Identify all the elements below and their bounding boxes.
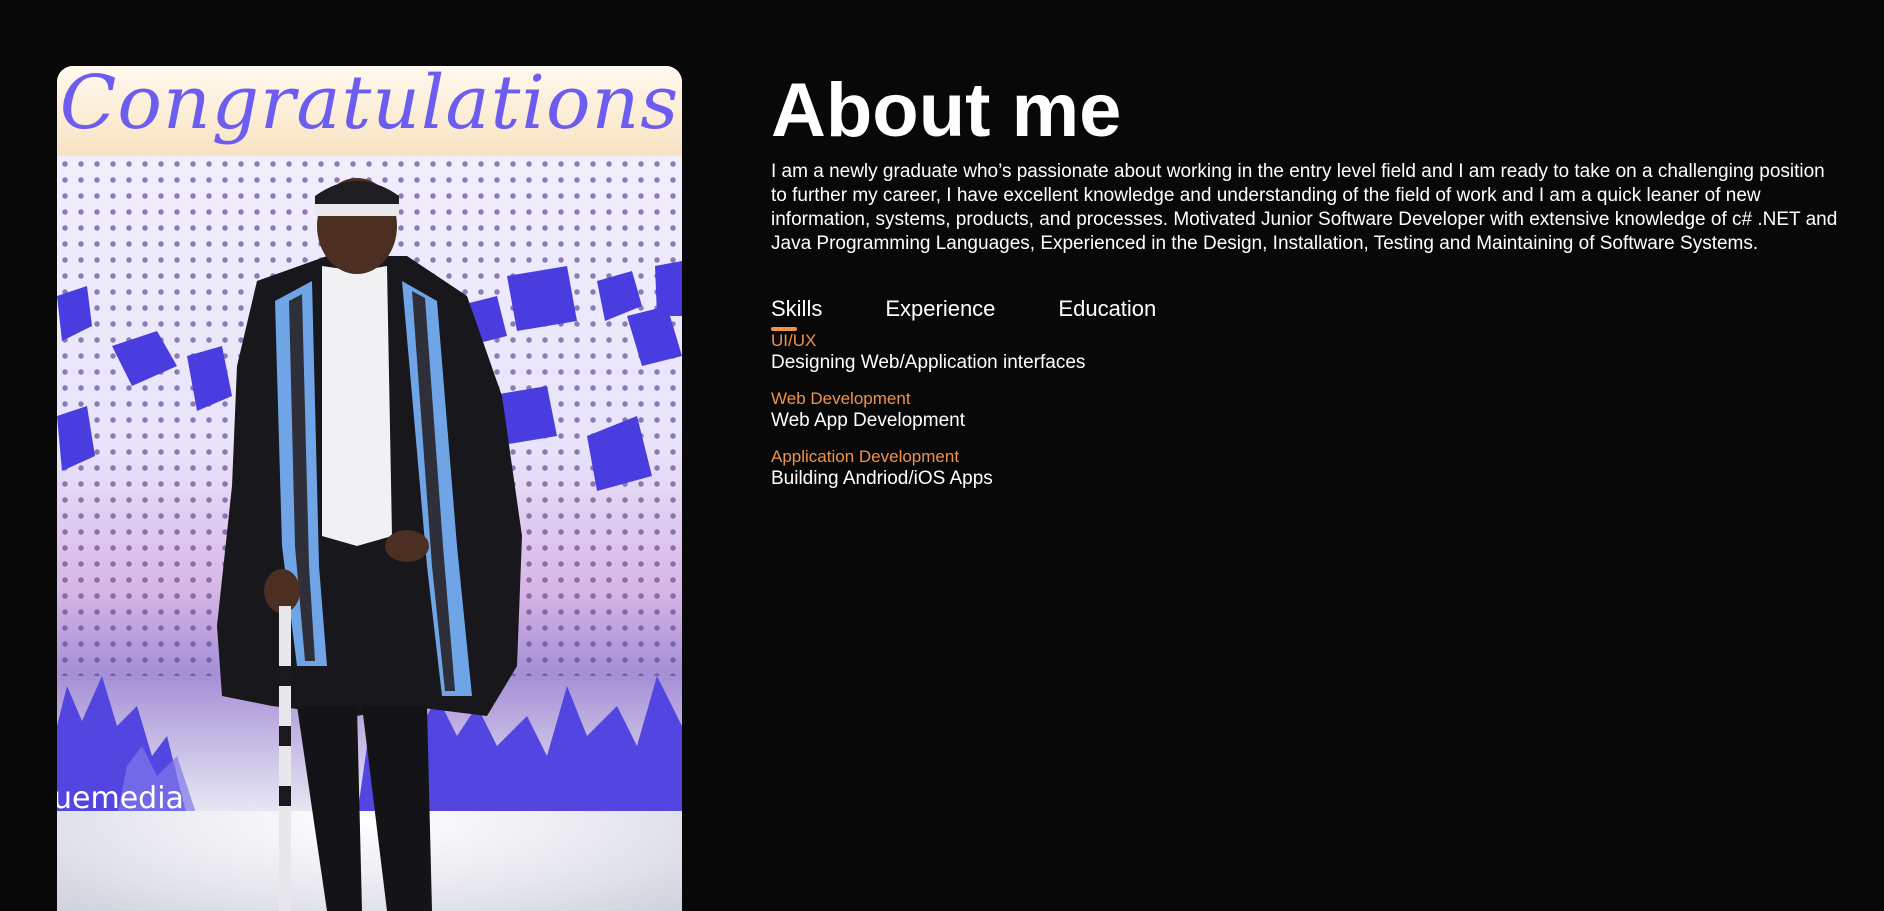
page: Congratulations uemedia About me I am a … <box>0 0 1884 911</box>
skill-description: Web App Development <box>771 410 965 431</box>
skill-title: UI/UX <box>771 331 817 350</box>
about-section: About me I am a newly graduate who’s pas… <box>771 66 1841 505</box>
list-item: UI/UX Designing Web/Application interfac… <box>771 331 1841 374</box>
about-bio: I am a newly graduate who’s passionate a… <box>771 161 1838 254</box>
tab-skills[interactable]: Skills <box>771 296 822 331</box>
skill-description: Designing Web/Application interfaces <box>771 352 1086 373</box>
list-item: Application Development Building Andriod… <box>771 447 1841 490</box>
skills-list: UI/UX Designing Web/Application interfac… <box>771 331 1841 490</box>
tab-experience[interactable]: Experience <box>885 296 995 326</box>
tab-bar: Skills Experience Education <box>771 296 1841 331</box>
page-title: About me <box>771 68 1122 153</box>
list-item: Web Development Web App Development <box>771 389 1841 432</box>
tab-education[interactable]: Education <box>1058 296 1156 326</box>
skill-title: Application Development <box>771 447 960 466</box>
skill-title: Web Development <box>771 389 911 408</box>
photo-brand-watermark: uemedia <box>57 781 184 816</box>
skill-description: Building Andriod/iOS Apps <box>771 468 993 489</box>
profile-photo: Congratulations uemedia <box>57 66 682 911</box>
